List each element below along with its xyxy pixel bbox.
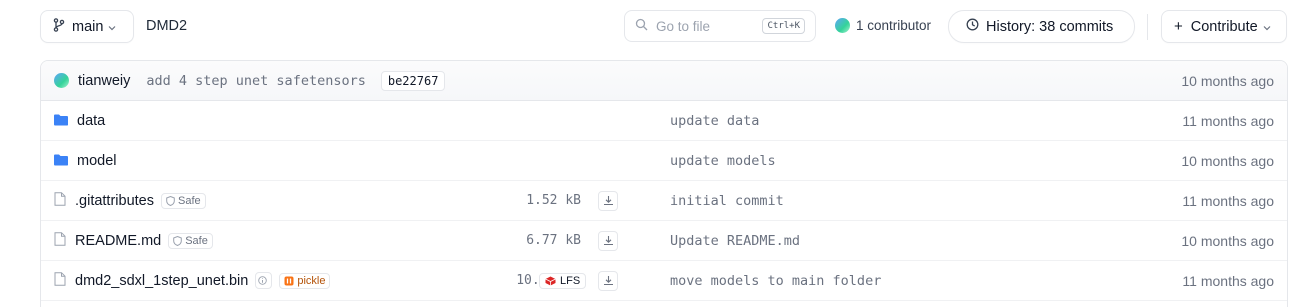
shield-icon	[173, 235, 183, 246]
history-button[interactable]: History: 38 commits	[948, 10, 1135, 43]
contributors-count: 1 contributor	[856, 18, 932, 33]
folder-icon	[54, 113, 68, 129]
row-commit-message[interactable]: Update README.md	[670, 233, 800, 249]
download-icon	[603, 196, 613, 206]
safe-badge[interactable]: Safe	[161, 192, 206, 209]
row-commit-message[interactable]: initial commit	[670, 193, 784, 209]
chevron-down-icon	[108, 19, 116, 35]
row-commit-message[interactable]: update data	[670, 113, 759, 129]
table-row[interactable]: README.md Safe 6.77 kB Update README.md …	[41, 221, 1287, 261]
lfs-icon	[545, 276, 556, 285]
keyboard-shortcut-badge: Ctrl+K	[762, 18, 805, 34]
download-button[interactable]	[598, 230, 618, 251]
contributors-link[interactable]: 1 contributor	[835, 18, 931, 33]
row-commit-message[interactable]: update models	[670, 153, 776, 169]
chevron-down-icon	[1263, 19, 1271, 35]
info-badge[interactable]	[255, 272, 273, 289]
file-icon	[54, 192, 66, 209]
row-date: 10 months ago	[1181, 152, 1274, 169]
author-avatar	[54, 73, 69, 88]
file-icon	[54, 272, 66, 289]
file-name[interactable]: README.md	[75, 233, 161, 249]
pickle-badge[interactable]: pickle	[279, 272, 331, 289]
commit-author[interactable]: tianweiy	[78, 73, 130, 89]
toolbar-divider	[1147, 14, 1148, 40]
file-name[interactable]: .gitattributes	[75, 193, 154, 209]
row-date: 11 months ago	[1182, 112, 1274, 129]
row-date: 11 months ago	[1182, 272, 1274, 289]
file-table: tianweiy add 4 step unet safetensors be2…	[40, 60, 1288, 307]
table-row[interactable]: model update models 10 months ago	[41, 141, 1287, 181]
search-icon	[635, 18, 648, 34]
table-row[interactable]: dmd2_sdxl_1step_unet.bin pickle 10.3 GB …	[41, 261, 1287, 301]
safe-badge[interactable]: Safe	[168, 232, 213, 249]
branch-selector-button[interactable]: main	[40, 10, 134, 43]
table-row[interactable]: data update data 11 months ago	[41, 101, 1287, 141]
row-commit-message[interactable]: move models to main folder	[670, 273, 881, 289]
contribute-button[interactable]: + Contribute	[1161, 10, 1287, 43]
safe-label: Safe	[185, 234, 208, 247]
go-to-file-search[interactable]: Go to file Ctrl+K	[624, 10, 816, 42]
contribute-label: Contribute	[1190, 18, 1258, 35]
row-date: 11 months ago	[1182, 192, 1274, 209]
last-commit-bar: tianweiy add 4 step unet safetensors be2…	[41, 61, 1287, 101]
commit-hash-badge[interactable]: be22767	[380, 70, 446, 91]
branch-icon	[53, 17, 65, 36]
lfs-label: LFS	[560, 274, 581, 287]
history-label: History: 38 commits	[986, 18, 1114, 35]
commit-date: 10 months ago	[1181, 72, 1274, 89]
info-icon	[258, 276, 267, 285]
file-size: 6.77 kB	[526, 233, 581, 248]
download-button[interactable]	[598, 190, 618, 211]
pickle-warning-icon	[284, 276, 294, 285]
file-name[interactable]: dmd2_sdxl_1step_unet.bin	[75, 273, 248, 289]
history-clock-icon	[966, 18, 979, 35]
pickle-label: pickle	[297, 274, 326, 287]
plus-icon: +	[1174, 18, 1183, 35]
table-row[interactable]: .gitattributes Safe 1.52 kB initial comm…	[41, 181, 1287, 221]
shield-icon	[166, 195, 175, 206]
file-icon	[54, 232, 66, 249]
search-placeholder: Go to file	[656, 18, 711, 34]
file-size: 1.52 kB	[526, 193, 581, 208]
download-icon	[603, 236, 613, 246]
download-button[interactable]	[598, 270, 618, 291]
commit-message[interactable]: add 4 step unet safetensors	[146, 73, 365, 89]
folder-icon	[54, 153, 68, 169]
repo-path-label[interactable]: DMD2	[146, 18, 187, 34]
safe-label: Safe	[178, 194, 201, 207]
lfs-badge[interactable]: LFS	[539, 272, 587, 289]
file-name[interactable]: data	[77, 113, 105, 129]
row-date: 10 months ago	[1181, 232, 1274, 249]
branch-label: main	[72, 18, 104, 35]
contributor-avatar	[835, 18, 850, 33]
download-icon	[603, 276, 613, 286]
file-name[interactable]: model	[77, 153, 117, 169]
